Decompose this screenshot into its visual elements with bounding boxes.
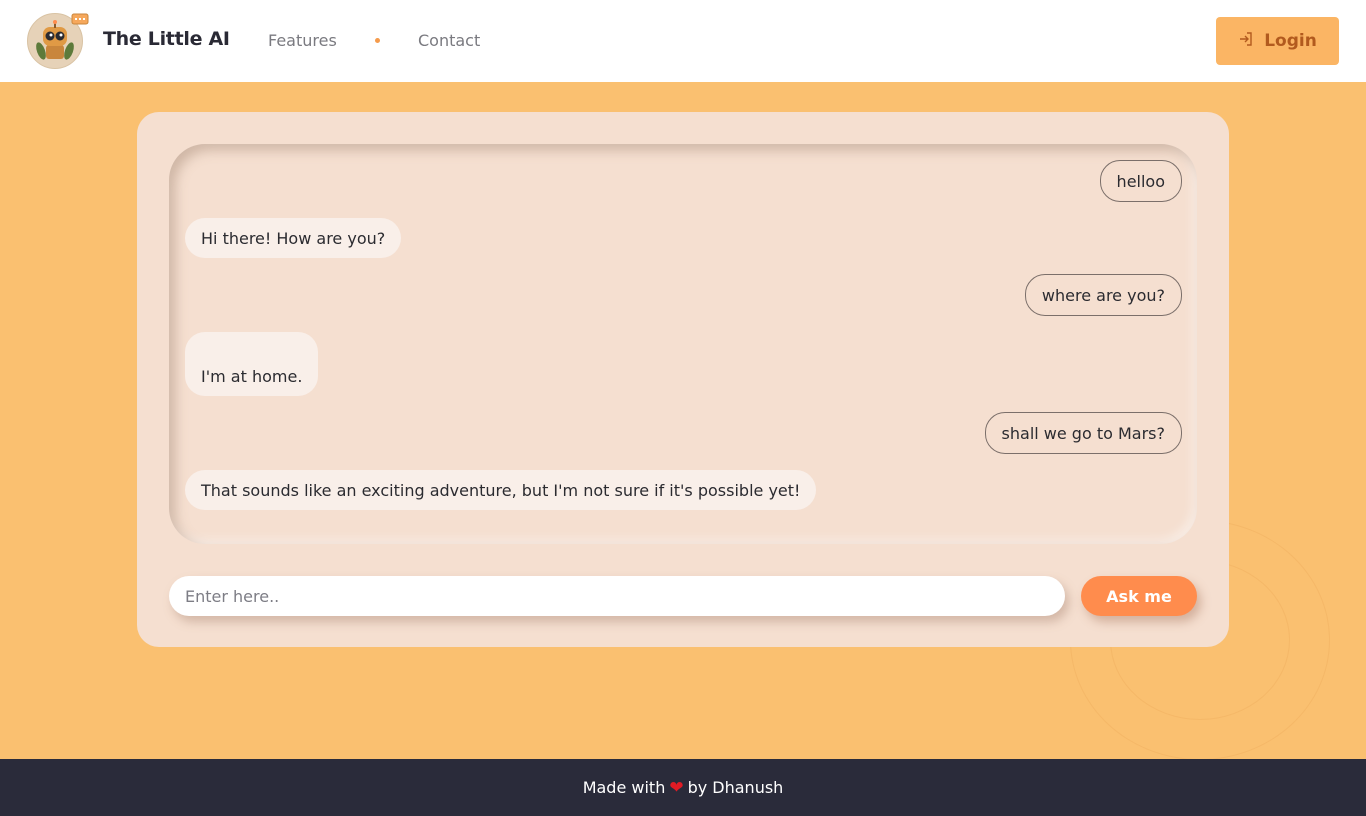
robot-avatar-icon[interactable] xyxy=(27,13,89,69)
footer: Made with ❤ by Dhanush xyxy=(0,759,1366,816)
navbar: The Little AI Features Contact Login xyxy=(0,0,1366,82)
nav-link-contact[interactable]: Contact xyxy=(418,31,480,50)
user-message: where are you? xyxy=(1024,274,1182,316)
login-button[interactable]: Login xyxy=(1216,17,1339,65)
bot-message: That sounds like an exciting adventure, … xyxy=(185,470,817,510)
user-message: helloo xyxy=(1099,160,1182,202)
heart-icon: ❤ xyxy=(669,777,684,798)
login-arrow-icon xyxy=(1238,31,1254,52)
footer-author: by Dhanush xyxy=(687,778,784,797)
login-label: Login xyxy=(1264,31,1317,51)
user-message: shall we go to Mars? xyxy=(984,412,1182,454)
ask-me-button[interactable]: Ask me xyxy=(1081,576,1197,616)
nav-link-features[interactable]: Features xyxy=(268,31,337,50)
nav-separator-dot xyxy=(375,38,380,43)
footer-made-with: Made with xyxy=(582,778,666,797)
brand-title[interactable]: The Little AI xyxy=(103,28,230,50)
chat-card: helloo Hi there! How are you? where are … xyxy=(137,112,1229,647)
chat-input[interactable] xyxy=(169,576,1065,616)
bot-message: I'm at home. xyxy=(185,332,319,396)
chat-window[interactable]: helloo Hi there! How are you? where are … xyxy=(169,144,1197,544)
bot-message: Hi there! How are you? xyxy=(185,218,402,258)
